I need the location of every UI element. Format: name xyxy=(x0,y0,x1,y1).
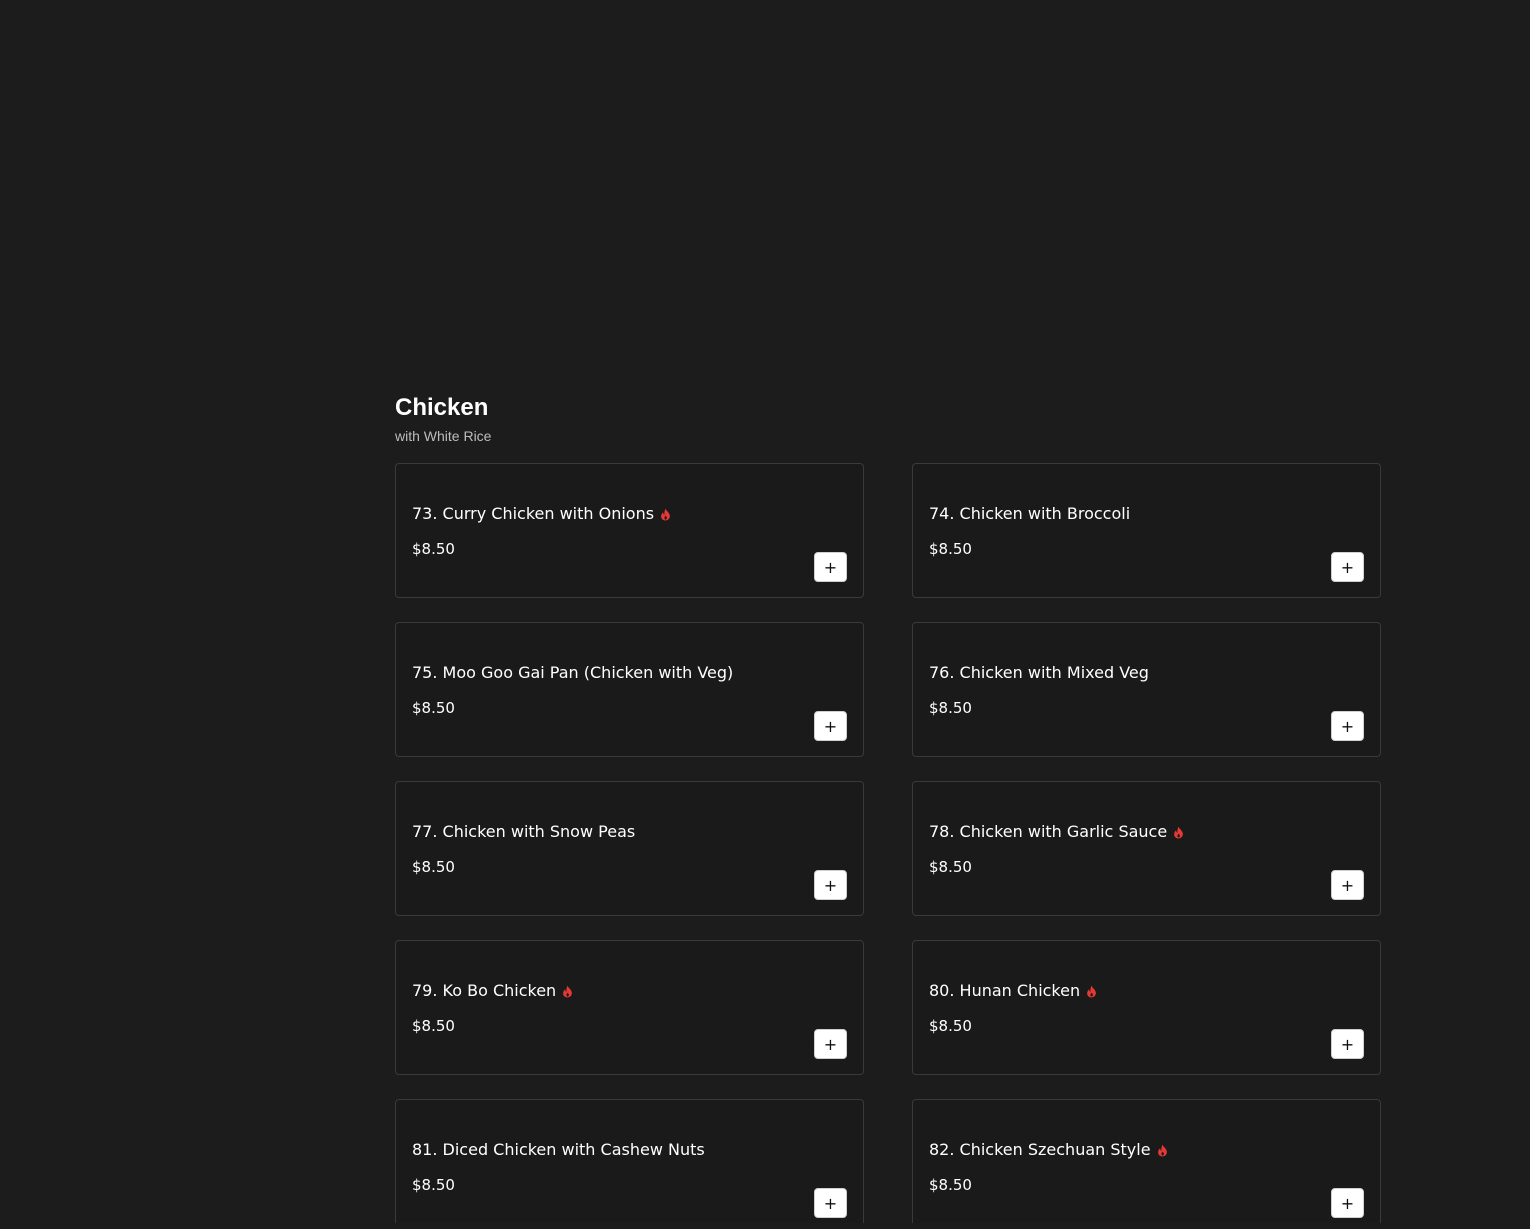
item-price: $8.50 xyxy=(929,858,972,876)
add-to-cart-button[interactable]: + xyxy=(1331,1188,1364,1218)
item-name-row: 82. Chicken Szechuan Style xyxy=(929,1140,1168,1160)
item-price: $8.50 xyxy=(412,858,455,876)
item-name-row: 81. Diced Chicken with Cashew Nuts xyxy=(412,1140,705,1160)
add-to-cart-button[interactable]: + xyxy=(814,1029,847,1059)
menu-item-card[interactable]: 75. Moo Goo Gai Pan (Chicken with Veg) $… xyxy=(395,622,864,757)
item-price: $8.50 xyxy=(929,1017,972,1035)
menu-items-grid: 73. Curry Chicken with Onions $8.50 + 74… xyxy=(395,463,1381,1223)
add-to-cart-button[interactable]: + xyxy=(1331,552,1364,582)
add-to-cart-button[interactable]: + xyxy=(814,870,847,900)
item-price: $8.50 xyxy=(929,1176,972,1194)
item-price: $8.50 xyxy=(412,1017,455,1035)
item-name: 77. Chicken with Snow Peas xyxy=(412,822,636,841)
add-to-cart-button[interactable]: + xyxy=(814,711,847,741)
item-name-row: 79. Ko Bo Chicken xyxy=(412,981,573,1001)
menu-item-card[interactable]: 78. Chicken with Garlic Sauce $8.50 + xyxy=(912,781,1381,916)
menu-item-card[interactable]: 77. Chicken with Snow Peas $8.50 + xyxy=(395,781,864,916)
item-name: 79. Ko Bo Chicken xyxy=(412,981,557,1000)
item-name: 81. Diced Chicken with Cashew Nuts xyxy=(412,1140,705,1159)
add-to-cart-button[interactable]: + xyxy=(814,1188,847,1218)
item-name: 73. Curry Chicken with Onions xyxy=(412,504,655,523)
menu-page: Chicken with White Rice 73. Curry Chicke… xyxy=(0,0,1530,1223)
item-price: $8.50 xyxy=(412,699,455,717)
menu-section-chicken: Chicken with White Rice 73. Curry Chicke… xyxy=(395,393,1381,1223)
spicy-flame-icon xyxy=(1087,985,1096,997)
item-name-row: 78. Chicken with Garlic Sauce xyxy=(929,822,1184,842)
item-name: 80. Hunan Chicken xyxy=(929,981,1081,1000)
add-to-cart-button[interactable]: + xyxy=(1331,1029,1364,1059)
add-to-cart-button[interactable]: + xyxy=(1331,711,1364,741)
add-to-cart-button[interactable]: + xyxy=(814,552,847,582)
item-name-row: 74. Chicken with Broccoli xyxy=(929,504,1130,524)
item-name: 75. Moo Goo Gai Pan (Chicken with Veg) xyxy=(412,663,734,682)
menu-item-card[interactable]: 79. Ko Bo Chicken $8.50 + xyxy=(395,940,864,1075)
spicy-flame-icon xyxy=(661,508,670,520)
item-price: $8.50 xyxy=(412,540,455,558)
item-price: $8.50 xyxy=(929,540,972,558)
menu-item-card[interactable]: 73. Curry Chicken with Onions $8.50 + xyxy=(395,463,864,598)
menu-item-card[interactable]: 76. Chicken with Mixed Veg $8.50 + xyxy=(912,622,1381,757)
add-to-cart-button[interactable]: + xyxy=(1331,870,1364,900)
menu-item-card[interactable]: 81. Diced Chicken with Cashew Nuts $8.50… xyxy=(395,1099,864,1223)
item-name: 74. Chicken with Broccoli xyxy=(929,504,1131,523)
spicy-flame-icon xyxy=(1157,1144,1167,1156)
item-name-row: 76. Chicken with Mixed Veg xyxy=(929,663,1149,683)
item-price: $8.50 xyxy=(412,1176,455,1194)
item-name: 78. Chicken with Garlic Sauce xyxy=(929,822,1168,841)
section-title: Chicken xyxy=(395,394,489,421)
item-name-row: 80. Hunan Chicken xyxy=(929,981,1097,1001)
section-subtitle: with White Rice xyxy=(395,428,492,444)
item-name: 82. Chicken Szechuan Style xyxy=(929,1140,1151,1159)
spicy-flame-icon xyxy=(1174,826,1184,838)
item-name-row: 73. Curry Chicken with Onions xyxy=(412,504,671,524)
spicy-flame-icon xyxy=(563,985,573,997)
item-name: 76. Chicken with Mixed Veg xyxy=(929,663,1149,682)
item-price: $8.50 xyxy=(929,699,972,717)
item-name-row: 75. Moo Goo Gai Pan (Chicken with Veg) xyxy=(412,663,733,683)
menu-item-card[interactable]: 82. Chicken Szechuan Style $8.50 + xyxy=(912,1099,1381,1223)
item-name-row: 77. Chicken with Snow Peas xyxy=(412,822,635,842)
menu-item-card[interactable]: 80. Hunan Chicken $8.50 + xyxy=(912,940,1381,1075)
menu-item-card[interactable]: 74. Chicken with Broccoli $8.50 + xyxy=(912,463,1381,598)
